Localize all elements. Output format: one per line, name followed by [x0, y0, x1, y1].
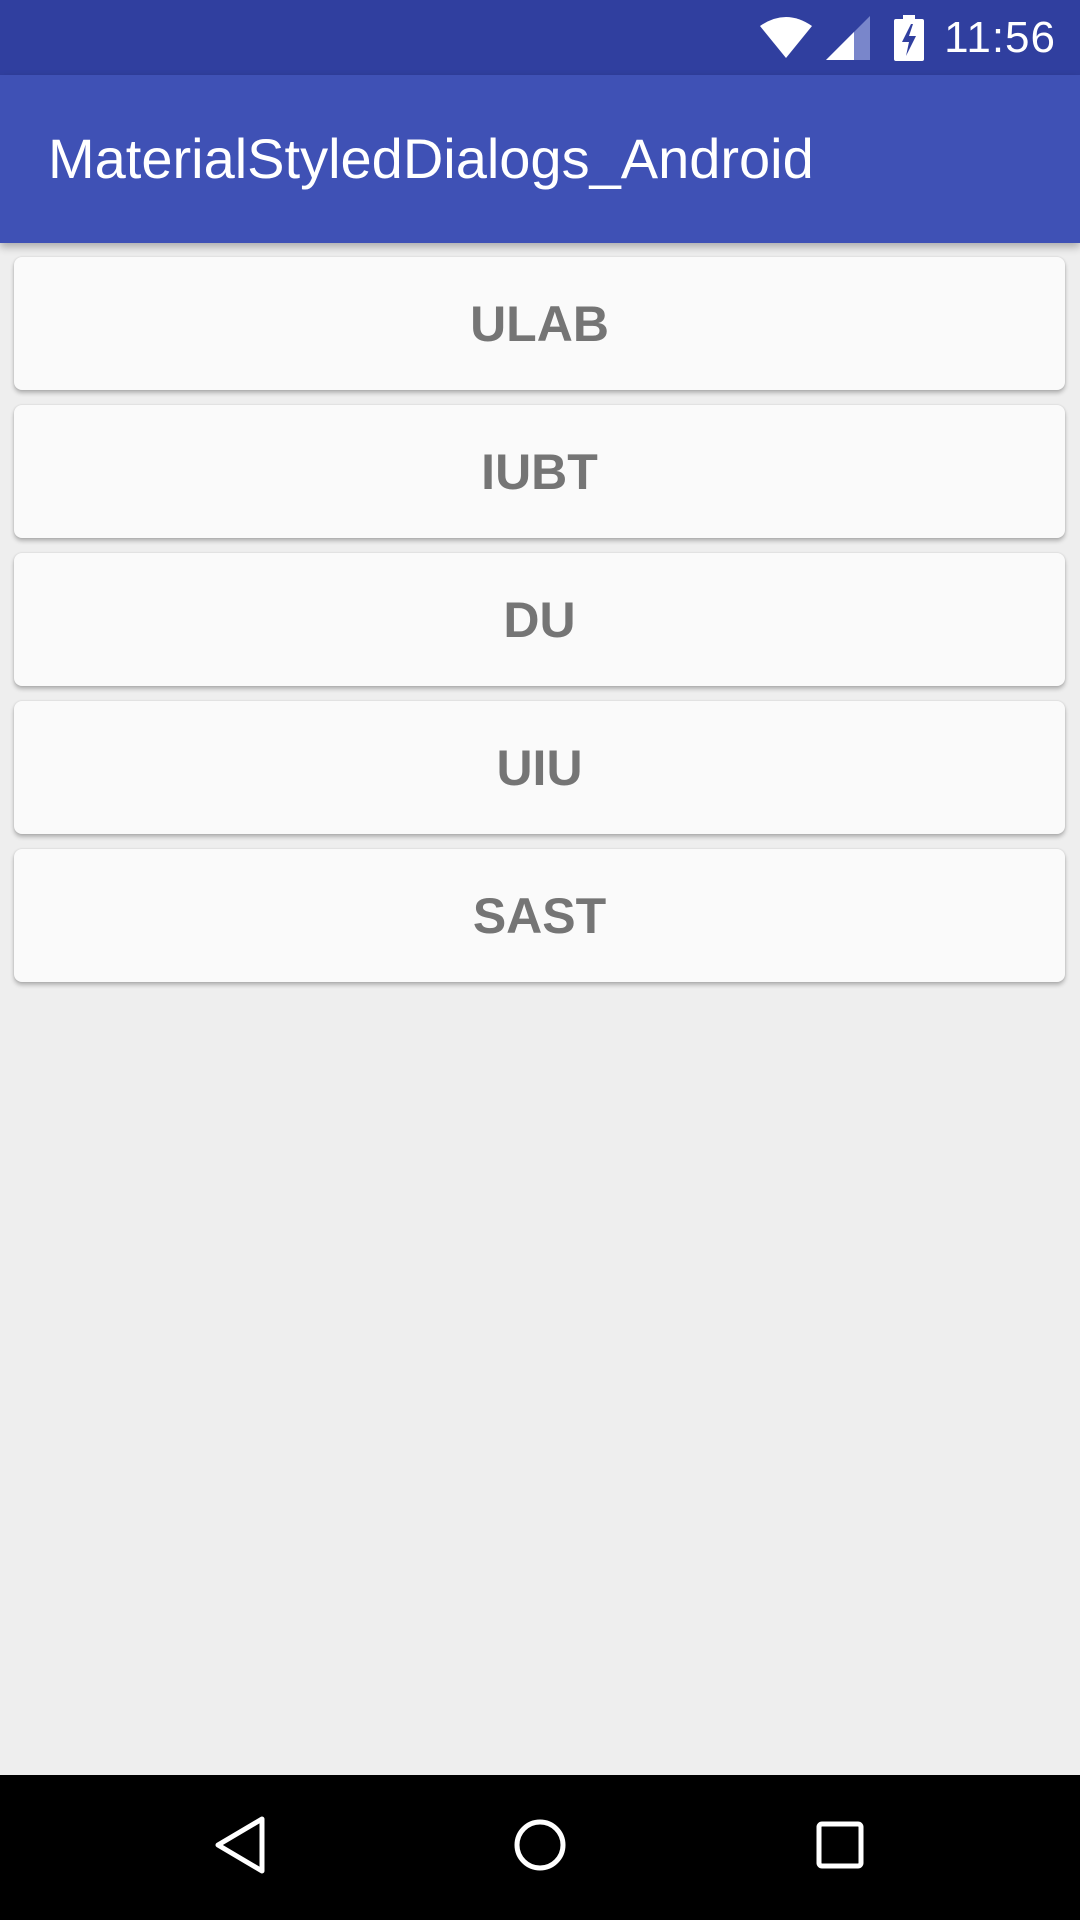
cell-signal-icon	[826, 15, 871, 60]
recents-button[interactable]	[760, 1775, 920, 1920]
button-list: ULAB IUBT DU UIU SAST	[14, 257, 1065, 997]
navigation-bar	[0, 1775, 1080, 1920]
app-bar: MaterialStyledDialogs_Android	[0, 75, 1080, 243]
status-time: 11:56	[944, 12, 1056, 62]
back-icon	[210, 1815, 270, 1880]
home-icon	[510, 1815, 570, 1880]
status-bar: 11:56	[0, 0, 1080, 75]
iubt-button[interactable]: IUBT	[14, 405, 1065, 538]
ulab-button[interactable]: ULAB	[14, 257, 1065, 390]
home-button[interactable]	[460, 1775, 620, 1920]
du-button[interactable]: DU	[14, 553, 1065, 686]
recents-icon	[810, 1815, 870, 1880]
back-button[interactable]	[160, 1775, 320, 1920]
status-icons: 11:56	[758, 0, 1080, 75]
sast-button[interactable]: SAST	[14, 849, 1065, 982]
uiu-button[interactable]: UIU	[14, 701, 1065, 834]
app-title: MaterialStyledDialogs_Android	[48, 127, 814, 190]
wifi-icon	[758, 16, 814, 60]
battery-charging-icon	[894, 14, 925, 61]
